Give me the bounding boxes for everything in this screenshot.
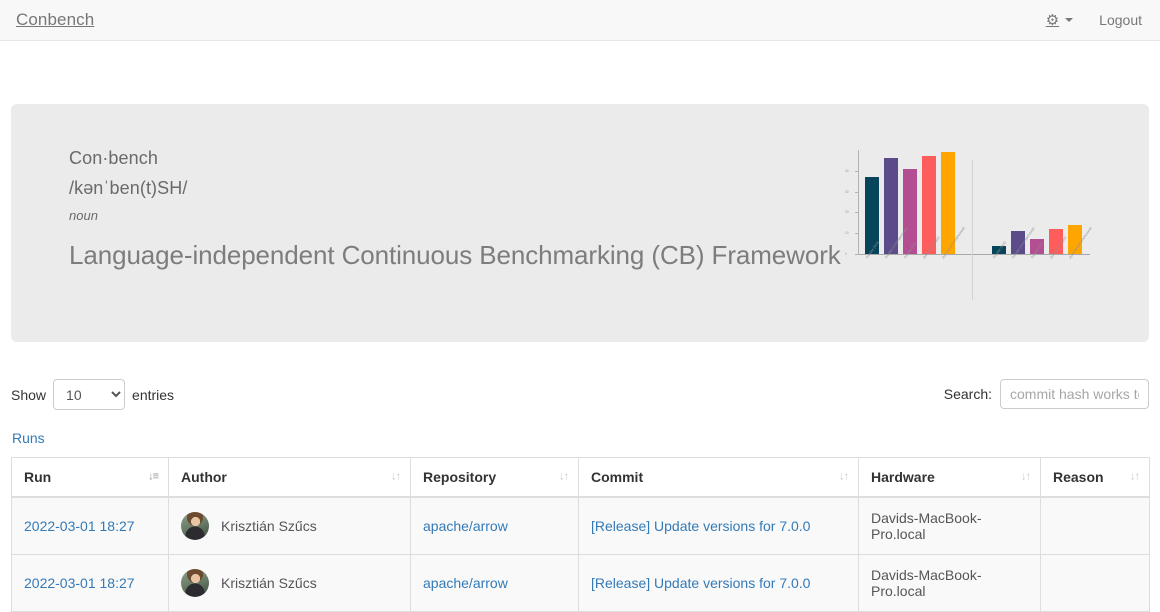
chart-y-tick — [855, 192, 859, 193]
show-label: Show — [11, 387, 46, 403]
run-link[interactable]: 2022-03-01 18:27 — [24, 575, 135, 591]
table-header-repository[interactable]: Repository ↓↑ — [411, 458, 579, 498]
table-header-label: Repository — [423, 469, 496, 485]
repository-link[interactable]: apache/arrow — [423, 518, 508, 534]
settings-menu-button[interactable]: ⚙ — [1046, 13, 1073, 28]
chart-y-tick-label: 40 — [845, 169, 849, 173]
repository-link[interactable]: apache/arrow — [423, 575, 508, 591]
cell-author: Krisztián Szűcs — [169, 497, 411, 555]
author-name: Krisztián Szűcs — [221, 575, 317, 591]
hero-word: Con·bench — [69, 148, 839, 169]
chart-y-axis — [858, 150, 859, 254]
cell-commit: [Release] Update versions for 7.0.0 — [579, 555, 859, 612]
chart-y-tick-label: 20 — [845, 210, 849, 214]
search-group: Search: — [944, 379, 1149, 409]
hero-bar-chart: 0 10 20 30 40 Pandas (fast)Pandas (uncompres… — [845, 114, 1095, 329]
logout-link[interactable]: Logout — [1099, 12, 1142, 28]
table-header-hardware[interactable]: Hardware ↓↑ — [859, 458, 1041, 498]
chart-y-tick — [855, 171, 859, 172]
cell-author: Krisztián Szűcs — [169, 555, 411, 612]
table-header-commit[interactable]: Commit ↓↑ — [579, 458, 859, 498]
commit-link[interactable]: [Release] Update versions for 7.0.0 — [591, 518, 810, 534]
runs-table: Run↓≡Author↓↑Repository↓↑Commit↓↑Hardwar… — [11, 457, 1150, 612]
sort-desc-icon: ↓≡ — [148, 472, 158, 483]
table-header-label: Author — [181, 469, 227, 485]
sort-neutral-icon: ↓↑ — [559, 472, 568, 483]
cell-repository: apache/arrow — [411, 497, 579, 555]
show-entries-group: Show 102550100 entries — [11, 379, 174, 410]
chart-y-tick-label: 10 — [845, 231, 849, 235]
table-header-author[interactable]: Author ↓↑ — [169, 458, 411, 498]
table-row: 2022-03-01 18:27 Krisztián Szűcs apache/ar… — [12, 497, 1150, 555]
runs-table-header-row: Run↓≡Author↓↑Repository↓↑Commit↓↑Hardwar… — [12, 458, 1150, 498]
hero-text-block: Con·bench /kənˈben(t)SH/ noun Language-i… — [69, 148, 839, 271]
run-link[interactable]: 2022-03-01 18:27 — [24, 518, 135, 534]
table-header-label: Reason — [1053, 469, 1104, 485]
sort-neutral-icon: ↓↑ — [1130, 472, 1139, 483]
chart-group-separator — [972, 160, 973, 300]
table-row: 2022-03-01 18:27 Krisztián Szűcs apache/ar… — [12, 555, 1150, 612]
table-header-run[interactable]: Run ↓≡ — [12, 458, 169, 498]
sort-neutral-icon: ↓↑ — [1021, 472, 1030, 483]
commit-link[interactable]: [Release] Update versions for 7.0.0 — [591, 575, 810, 591]
hero-pronunciation: /kənˈben(t)SH/ — [69, 178, 839, 199]
navbar-right-group: ⚙ Logout — [1046, 12, 1142, 28]
search-input[interactable] — [1000, 379, 1149, 409]
chart-bar-group — [865, 152, 955, 254]
table-header-label: Run — [24, 469, 51, 485]
hero-jumbotron: Con·bench /kənˈben(t)SH/ noun Language-i… — [11, 104, 1149, 342]
table-header-label: Commit — [591, 469, 643, 485]
cell-commit: [Release] Update versions for 7.0.0 — [579, 497, 859, 555]
hero-part-of-speech: noun — [69, 208, 839, 223]
chart-category-labels: Pandas (fast)Pandas (uncompressed)Pandas… — [992, 255, 1087, 261]
entries-per-page-select[interactable]: 102550100 — [53, 379, 125, 410]
chart-category-labels: Pandas (fast)Pandas (uncompressed)Pandas… — [865, 255, 960, 261]
runs-table-container: Run↓≡Author↓↑Repository↓↑Commit↓↑Hardwar… — [11, 457, 1149, 612]
table-header-reason[interactable]: Reason ↓↑ — [1041, 458, 1150, 498]
cell-run: 2022-03-01 18:27 — [12, 497, 169, 555]
author-cell-content: Krisztián Szűcs — [181, 512, 398, 540]
table-header-label: Hardware — [871, 469, 935, 485]
cell-hardware: Davids-MacBook-Pro.local — [859, 497, 1041, 555]
cell-reason — [1041, 497, 1150, 555]
author-name: Krisztián Szűcs — [221, 518, 317, 534]
navbar: Conbench ⚙ Logout — [0, 0, 1160, 41]
entries-label: entries — [132, 387, 174, 403]
sort-neutral-icon: ↓↑ — [839, 472, 848, 483]
sort-neutral-icon: ↓↑ — [391, 472, 400, 483]
cell-run: 2022-03-01 18:27 — [12, 555, 169, 612]
avatar — [181, 512, 209, 540]
chart-y-tick — [855, 254, 859, 255]
navbar-brand[interactable]: Conbench — [16, 10, 94, 30]
chart-y-tick-label: 30 — [845, 190, 849, 194]
gear-icon: ⚙ — [1046, 13, 1059, 28]
table-controls: Show 102550100 entries Search: — [11, 379, 1149, 411]
chevron-down-icon — [1065, 18, 1073, 22]
chart-y-tick — [855, 212, 859, 213]
cell-reason — [1041, 555, 1150, 612]
hero-title: Language-independent Continuous Benchmar… — [69, 240, 839, 271]
search-label: Search: — [944, 386, 992, 402]
cell-hardware: Davids-MacBook-Pro.local — [859, 555, 1041, 612]
chart-y-tick-label: 0 — [845, 252, 847, 256]
chart-y-tick — [855, 233, 859, 234]
runs-section-link[interactable]: Runs — [12, 430, 45, 446]
avatar — [181, 569, 209, 597]
runs-table-head: Run↓≡Author↓↑Repository↓↑Commit↓↑Hardwar… — [12, 458, 1150, 498]
cell-repository: apache/arrow — [411, 555, 579, 612]
author-cell-content: Krisztián Szűcs — [181, 569, 398, 597]
runs-table-body: 2022-03-01 18:27 Krisztián Szűcs apache/ar… — [12, 497, 1150, 612]
